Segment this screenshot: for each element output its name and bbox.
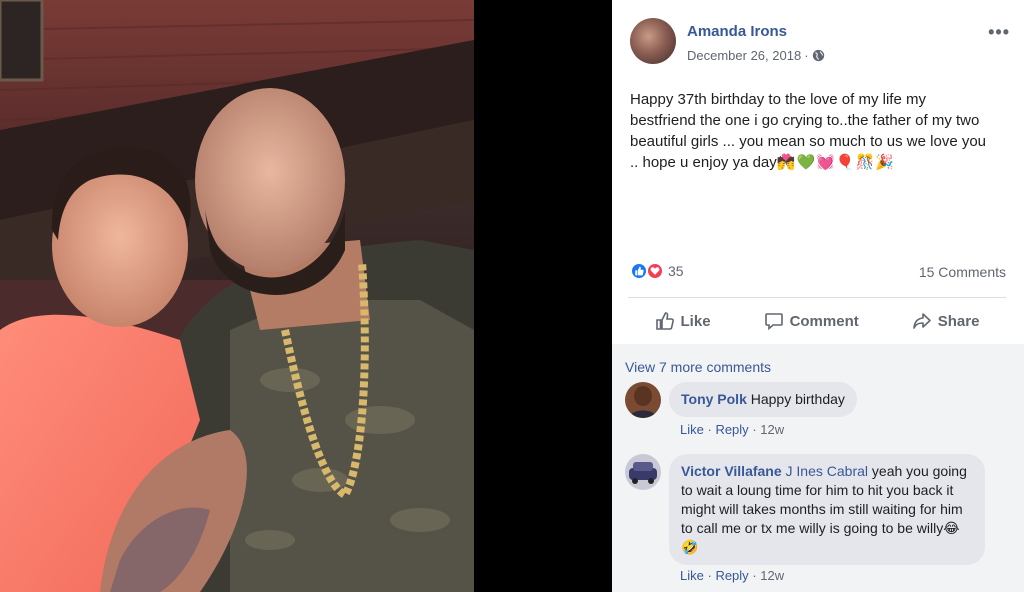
commenter-avatar[interactable]	[625, 454, 661, 490]
comment-reply-link[interactable]: Reply	[715, 422, 748, 437]
comment-button[interactable]: Comment	[764, 311, 859, 331]
commenter-name[interactable]: Tony Polk	[681, 391, 747, 407]
reaction-summary[interactable]: 35	[630, 262, 684, 280]
photo-viewer	[0, 0, 612, 592]
share-label: Share	[937, 312, 980, 330]
comment-text: Happy birthday	[750, 391, 845, 407]
comment-bubble: Tony Polk Happy birthday	[669, 382, 857, 417]
comment-like-link[interactable]: Like	[680, 422, 704, 437]
love-reaction-icon	[646, 262, 664, 280]
post-meta: December 26, 2018 ·	[687, 48, 825, 63]
post-date[interactable]: December 26, 2018	[687, 48, 801, 63]
divider-top	[628, 297, 1006, 298]
post-emojis: 💏💚💓🎈🎊🎉	[776, 154, 895, 171]
reaction-count: 35	[668, 263, 684, 279]
comment-icon	[764, 313, 783, 331]
comments-count[interactable]: 15 Comments	[919, 264, 1006, 280]
meta-separator: ·	[804, 48, 809, 63]
post-photo[interactable]	[0, 0, 474, 592]
post-header: Amanda Irons December 26, 2018 · •••	[630, 18, 1010, 68]
avatar-image	[625, 382, 661, 418]
share-button[interactable]: Share	[912, 311, 980, 331]
tagged-user[interactable]: J Ines Cabral	[786, 463, 868, 479]
comment-reply-link[interactable]: Reply	[715, 568, 748, 583]
comment-actions: Like · Reply · 12w	[680, 422, 785, 437]
commenter-avatar[interactable]	[625, 382, 661, 418]
comment-label: Comment	[789, 312, 859, 330]
selfie-image	[0, 0, 474, 592]
post-text: Happy 37th birthday to the love of my li…	[630, 89, 992, 173]
like-label: Like	[680, 312, 711, 330]
comment-bubble: Victor Villafane J Ines Cabral yeah you …	[669, 454, 985, 565]
comments-section: View 7 more comments Tony Polk Happy bir…	[612, 344, 1024, 592]
globe-icon	[812, 49, 824, 62]
view-more-comments-link[interactable]: View 7 more comments	[625, 359, 771, 375]
like-button[interactable]: Like	[655, 311, 711, 331]
author-avatar[interactable]	[630, 18, 676, 64]
comment-time[interactable]: 12w	[760, 568, 784, 583]
comment-time[interactable]: 12w	[760, 422, 784, 437]
thumbs-up-icon	[655, 312, 674, 330]
avatar-image	[625, 454, 661, 490]
comment-like-link[interactable]: Like	[680, 568, 704, 583]
post-panel: Amanda Irons December 26, 2018 · ••• Hap…	[612, 0, 1024, 592]
commenter-name[interactable]: Victor Villafane	[681, 463, 782, 479]
post-actions: Like Comment Share	[628, 302, 1006, 340]
more-options-icon[interactable]: •••	[988, 22, 1010, 43]
share-icon	[912, 313, 931, 329]
comment-actions: Like · Reply · 12w	[680, 568, 785, 583]
author-name[interactable]: Amanda Irons	[687, 23, 787, 40]
